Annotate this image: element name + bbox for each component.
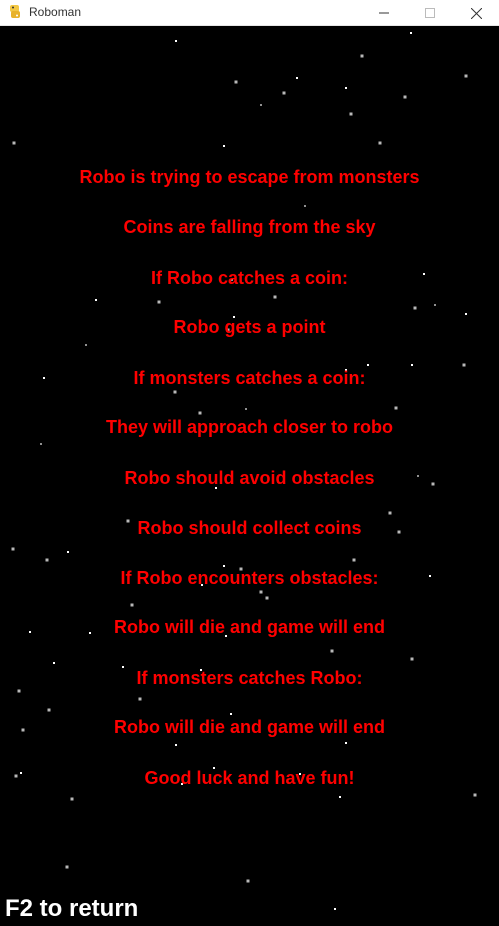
star: [53, 662, 55, 664]
instruction-line: Robo is trying to escape from monsters: [79, 167, 420, 187]
star: [394, 406, 398, 410]
instruction-line: Coins are falling from the sky: [123, 217, 376, 237]
instruction-line: They will approach closer to robo: [105, 417, 394, 437]
star: [345, 87, 347, 89]
star: [173, 390, 177, 394]
close-icon: [470, 7, 482, 19]
star: [47, 708, 51, 712]
star: [246, 879, 250, 883]
instruction-line: Good luck and have fun!: [144, 768, 355, 788]
star: [330, 649, 334, 653]
star: [67, 551, 69, 553]
star: [413, 306, 417, 310]
star: [473, 793, 477, 797]
star: [296, 77, 298, 79]
instruction-line: If monsters catches a coin:: [133, 368, 366, 388]
star: [265, 596, 269, 600]
instruction-line: If Robo encounters obstacles:: [120, 568, 379, 588]
star: [334, 908, 336, 910]
star: [175, 744, 177, 746]
close-button[interactable]: [453, 0, 499, 26]
star: [360, 54, 364, 58]
instruction-line: Robo should avoid obstacles: [124, 468, 375, 488]
star: [339, 796, 341, 798]
star: [388, 511, 392, 515]
minimize-button[interactable]: [361, 0, 407, 26]
star: [465, 313, 467, 315]
window-title: Roboman: [29, 5, 82, 19]
star: [464, 74, 468, 78]
star: [352, 558, 356, 562]
maximize-button[interactable]: [407, 0, 453, 26]
star: [223, 145, 225, 147]
star: [70, 797, 74, 801]
star: [282, 91, 286, 95]
star: [245, 408, 247, 410]
return-hint: F2 to return: [5, 895, 139, 922]
instruction-line: Robo will die and game will end: [113, 717, 386, 737]
instruction-line: Robo should collect coins: [137, 518, 362, 538]
star: [410, 32, 412, 34]
star: [85, 344, 87, 346]
star: [259, 590, 263, 594]
star: [304, 205, 306, 207]
star: [349, 112, 353, 116]
star: [11, 547, 15, 551]
star: [17, 689, 21, 693]
star: [157, 300, 161, 304]
game-canvas: Robo is trying to escape from monsters C…: [0, 27, 499, 926]
star: [273, 295, 277, 299]
instruction-line: If monsters catches Robo:: [136, 668, 363, 688]
instruction-line: Robo gets a point: [173, 317, 326, 337]
star: [230, 713, 232, 715]
star: [138, 697, 142, 701]
star: [130, 603, 134, 607]
star: [175, 40, 177, 42]
star: [40, 443, 42, 445]
python-icon: [7, 4, 23, 20]
star: [234, 80, 238, 84]
star: [410, 657, 414, 661]
star: [260, 104, 262, 106]
star: [198, 411, 202, 415]
star: [65, 865, 69, 869]
star: [378, 141, 382, 145]
minimize-icon: [379, 12, 389, 14]
star: [95, 299, 97, 301]
title-bar: Roboman: [0, 0, 499, 26]
star: [411, 364, 413, 366]
star: [403, 95, 407, 99]
star: [345, 742, 347, 744]
star: [45, 558, 49, 562]
star: [434, 304, 436, 306]
maximize-icon: [425, 8, 435, 18]
instruction-line: Robo will die and game will end: [113, 617, 386, 637]
star: [367, 364, 369, 366]
star: [12, 141, 16, 145]
instruction-line: If Robo catches a coin:: [150, 268, 349, 288]
